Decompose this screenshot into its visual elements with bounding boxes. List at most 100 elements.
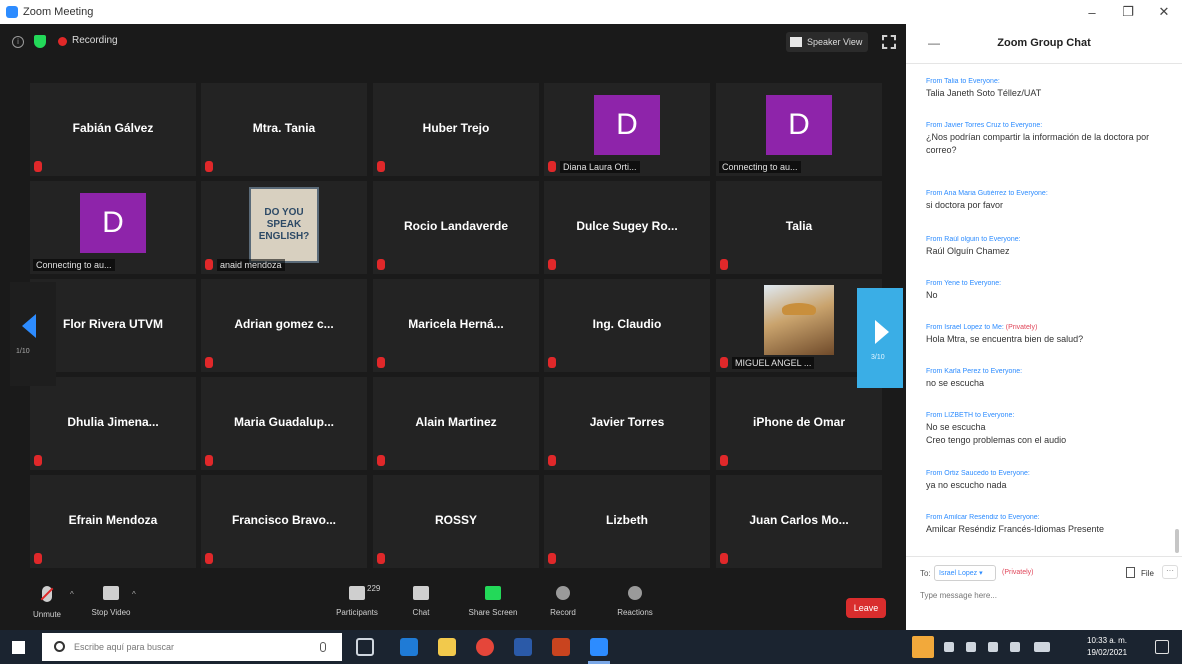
zoom-app-icon [6, 6, 18, 18]
taskbar-clock[interactable]: 10:33 a. m. 19/02/2021 [1087, 635, 1127, 659]
participant-tile[interactable]: Lizbeth [544, 475, 710, 568]
notification-center-icon[interactable] [1155, 640, 1169, 654]
participant-tile[interactable]: ROSSY [373, 475, 539, 568]
participant-tile[interactable]: Alain Martinez [373, 377, 539, 470]
participant-photo [764, 285, 834, 355]
stop-video-button[interactable]: ^ Stop Video [76, 586, 146, 626]
participant-name: Maria Guadalup... [233, 415, 335, 429]
speaker-view-button[interactable]: Speaker View [786, 32, 868, 52]
participant-tile[interactable]: DO YOU SPEAK ENGLISH? anaid mendoza [201, 181, 367, 274]
microphone-icon[interactable] [320, 642, 326, 652]
mic-muted-icon [720, 455, 728, 466]
record-icon [556, 586, 570, 600]
record-button[interactable]: Record [528, 586, 598, 626]
reactions-label: Reactions [617, 608, 653, 617]
chat-button[interactable]: Chat [386, 586, 456, 626]
participant-tile[interactable]: D Diana Laura Orti... [544, 83, 710, 176]
mic-muted-icon [377, 357, 385, 368]
message-text: Amilcar Reséndiz Francés-Idiomas Present… [926, 524, 1105, 534]
message-text: Raúl Olguín Chamez [926, 246, 1010, 256]
more-options-button[interactable]: ··· [1162, 565, 1178, 579]
participant-name: Lizbeth [606, 513, 648, 527]
participant-caption: Connecting to au... [719, 161, 801, 173]
participant-tile[interactable]: iPhone de Omar [716, 377, 882, 470]
participant-tile[interactable]: D Connecting to au... [716, 83, 882, 176]
chevron-up-icon[interactable]: ^ [132, 590, 136, 599]
mic-muted-icon [205, 259, 213, 270]
volume-icon[interactable] [1010, 642, 1020, 652]
previous-page-button[interactable]: 1/10 [10, 282, 56, 386]
message-sender: From Ortiz Saucedo to Everyone: [926, 470, 1030, 477]
edge-icon[interactable] [400, 638, 418, 656]
chat-panel: — Zoom Group Chat From Talia to Everyone… [906, 24, 1182, 630]
participant-tile[interactable]: Efrain Mendoza [30, 475, 196, 568]
chat-scrollbar[interactable] [1175, 529, 1179, 553]
task-view-icon[interactable] [356, 638, 374, 656]
chevron-up-icon[interactable]: ^ [70, 590, 74, 599]
mic-muted-icon [548, 455, 556, 466]
chat-message: From LIZBETH to Everyone: No se escucha … [926, 412, 1168, 447]
fullscreen-icon[interactable] [882, 35, 896, 49]
recipient-select[interactable]: Israel Lopez ▾ [934, 565, 996, 581]
participants-button[interactable]: 229 Participants [322, 584, 392, 626]
mic-muted-icon [205, 455, 213, 466]
participant-tile[interactable]: Javier Torres [544, 377, 710, 470]
next-page-button[interactable]: 3/10 [857, 288, 903, 388]
photo-text-line: DO YOU [264, 207, 304, 218]
clock-time: 10:33 a. m. [1087, 636, 1128, 645]
participant-tile[interactable]: Juan Carlos Mo... [716, 475, 882, 568]
leave-button[interactable]: Leave [846, 598, 886, 618]
powerpoint-icon[interactable] [552, 638, 570, 656]
gallery-grid: Fabián Gálvez Mtra. Tania Huber Trejo D … [30, 83, 882, 569]
participant-tile[interactable]: Dulce Sugey Ro... [544, 181, 710, 274]
windows-start-icon[interactable] [12, 641, 25, 654]
photo-text-line: ENGLISH? [258, 231, 310, 242]
participant-tile[interactable]: Maricela Herná... [373, 279, 539, 372]
chevron-up-icon[interactable] [944, 642, 954, 652]
message-sender: From Raúl olguin to Everyone: [926, 236, 1021, 243]
participant-tile[interactable]: Fabián Gálvez [30, 83, 196, 176]
taskbar-search[interactable]: Escribe aquí para buscar [42, 633, 342, 661]
participant-tile[interactable]: Talia [716, 181, 882, 274]
mic-muted-icon [548, 357, 556, 368]
unmute-button[interactable]: ^ Unmute [12, 586, 82, 626]
chat-message-input[interactable] [920, 587, 1160, 603]
message-text: Hola Mtra, se encuentra bien de salud? [926, 334, 1084, 344]
file-icon[interactable] [1126, 567, 1135, 578]
keyboard-icon[interactable] [1034, 642, 1050, 652]
file-explorer-icon[interactable] [438, 638, 456, 656]
window-controls: – ❐ ✕ [1074, 0, 1182, 24]
security-shield-icon[interactable] [34, 35, 46, 48]
participant-tile[interactable]: Francisco Bravo... [201, 475, 367, 568]
chrome-icon[interactable] [476, 638, 494, 656]
participant-tile[interactable]: Ing. Claudio [544, 279, 710, 372]
restore-icon[interactable]: ❐ [1110, 0, 1146, 24]
page-indicator-right: 3/10 [871, 354, 885, 361]
chat-message: From Yene to Everyone: No [926, 280, 1168, 302]
share-screen-button[interactable]: Share Screen [458, 586, 528, 626]
participant-caption: MIGUEL ANGEL ... [732, 357, 815, 369]
tray-app-icon[interactable] [912, 636, 934, 658]
participant-tile[interactable]: Maria Guadalup... [201, 377, 367, 470]
avatar: D [80, 193, 146, 253]
hat-shape [782, 303, 816, 315]
wifi-icon[interactable] [988, 642, 998, 652]
file-button[interactable]: File [1141, 569, 1154, 578]
close-icon[interactable]: ✕ [1146, 0, 1182, 24]
participant-tile[interactable]: Adrian gomez c... [201, 279, 367, 372]
participant-tile[interactable]: Rocio Landaverde [373, 181, 539, 274]
participants-count: 229 [367, 584, 381, 593]
word-icon[interactable] [514, 638, 532, 656]
minimize-icon[interactable]: – [1074, 0, 1110, 24]
participant-tile[interactable]: Huber Trejo [373, 83, 539, 176]
private-tag: (Privately) [1005, 324, 1038, 331]
network-icon[interactable] [966, 642, 976, 652]
participant-tile[interactable]: D Connecting to au... [30, 181, 196, 274]
reactions-button[interactable]: Reactions [600, 586, 670, 626]
info-icon[interactable]: i [12, 36, 24, 48]
participant-tile[interactable]: Dhulia Jimena... [30, 377, 196, 470]
participant-tile[interactable]: Mtra. Tania [201, 83, 367, 176]
zoom-taskbar-icon[interactable] [590, 638, 608, 656]
arrow-right-icon [875, 320, 889, 344]
message-text: No [926, 290, 938, 300]
